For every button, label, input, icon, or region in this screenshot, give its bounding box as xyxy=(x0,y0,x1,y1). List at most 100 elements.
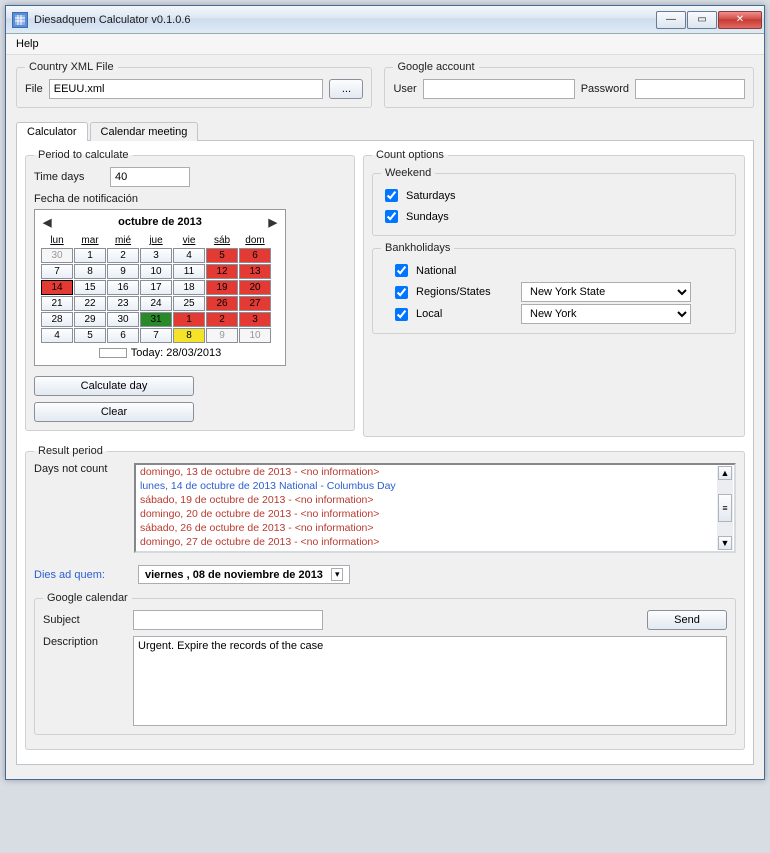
file-label: File xyxy=(25,83,43,95)
calendar-day[interactable]: 13 xyxy=(239,264,271,279)
count-options-group: Count options Weekend Saturdays Sundays … xyxy=(363,149,745,437)
calendar-day[interactable]: 10 xyxy=(140,264,172,279)
calculate-button[interactable]: Calculate day xyxy=(34,376,194,396)
calendar-day[interactable]: 21 xyxy=(41,296,73,311)
local-label: Local xyxy=(416,308,516,320)
calendar-day[interactable]: 23 xyxy=(107,296,139,311)
sundays-checkbox[interactable] xyxy=(385,210,398,223)
calendar-day[interactable]: 20 xyxy=(239,280,271,295)
calendar-day[interactable]: 4 xyxy=(173,248,205,263)
tab-calendar-meeting[interactable]: Calendar meeting xyxy=(90,122,199,141)
local-select[interactable]: New York xyxy=(521,304,691,324)
maximize-button[interactable]: ▭ xyxy=(687,11,717,29)
calendar-day[interactable]: 5 xyxy=(206,248,238,263)
calendar-day[interactable]: 1 xyxy=(173,312,205,327)
password-label: Password xyxy=(581,83,629,95)
browse-button[interactable]: ... xyxy=(329,79,363,99)
saturdays-checkbox[interactable] xyxy=(385,189,398,202)
calendar-today-box xyxy=(99,348,127,358)
regions-checkbox[interactable] xyxy=(395,286,408,299)
calendar-day-header: mar xyxy=(74,234,106,247)
calendar-day[interactable]: 8 xyxy=(173,328,205,343)
tab-calculator[interactable]: Calculator xyxy=(16,122,88,141)
google-account-group: Google account User Password xyxy=(384,61,754,108)
calendar-day[interactable]: 14 xyxy=(41,280,73,295)
time-days-input[interactable] xyxy=(110,167,190,187)
calendar-day[interactable]: 15 xyxy=(74,280,106,295)
calendar-day[interactable]: 11 xyxy=(173,264,205,279)
menu-help[interactable]: Help xyxy=(16,38,39,50)
calendar-day[interactable]: 2 xyxy=(206,312,238,327)
calendar-day[interactable]: 9 xyxy=(206,328,238,343)
calendar-day[interactable]: 4 xyxy=(41,328,73,343)
password-input[interactable] xyxy=(635,79,745,99)
calendar-day[interactable]: 30 xyxy=(107,312,139,327)
subject-input[interactable] xyxy=(133,610,323,630)
datepicker-dropdown-icon[interactable]: ▾ xyxy=(331,568,344,581)
calendar-day[interactable]: 25 xyxy=(173,296,205,311)
calendar-next-icon[interactable]: ▶ xyxy=(269,216,277,229)
calendar-day[interactable]: 3 xyxy=(140,248,172,263)
dies-ad-quem-datepicker[interactable]: viernes , 08 de noviembre de 2013 ▾ xyxy=(138,565,350,584)
calendar-day[interactable]: 12 xyxy=(206,264,238,279)
minimize-button[interactable]: — xyxy=(656,11,686,29)
calendar-day[interactable]: 7 xyxy=(140,328,172,343)
national-checkbox[interactable] xyxy=(395,264,408,277)
scroll-up-icon[interactable]: ▲ xyxy=(718,466,732,480)
menubar: Help xyxy=(6,34,764,55)
calendar-day[interactable]: 3 xyxy=(239,312,271,327)
subject-label: Subject xyxy=(43,614,123,626)
calendar-day[interactable]: 16 xyxy=(107,280,139,295)
result-line: domingo, 20 de octubre de 2013 - <no inf… xyxy=(140,507,730,521)
local-checkbox[interactable] xyxy=(395,308,408,321)
calendar-day[interactable]: 30 xyxy=(41,248,73,263)
days-not-count-label: Days not count xyxy=(34,463,124,475)
calendar-day[interactable]: 19 xyxy=(206,280,238,295)
calendar-day-header: jue xyxy=(140,234,172,247)
calendar-day[interactable]: 6 xyxy=(107,328,139,343)
calendar-day-header: lun xyxy=(41,234,73,247)
notification-date-label: Fecha de notificación xyxy=(34,193,346,205)
calendar-title: octubre de 2013 xyxy=(118,216,202,228)
regions-label: Regions/States xyxy=(416,286,516,298)
scroll-thumb[interactable]: ≡ xyxy=(718,494,732,522)
days-not-count-list[interactable]: domingo, 13 de octubre de 2013 - <no inf… xyxy=(134,463,736,553)
calendar-day[interactable]: 1 xyxy=(74,248,106,263)
calendar-prev-icon[interactable]: ◀ xyxy=(43,216,51,229)
google-calendar-legend: Google calendar xyxy=(43,592,132,604)
calendar-day[interactable]: 27 xyxy=(239,296,271,311)
calendar-day[interactable]: 18 xyxy=(173,280,205,295)
app-window: Diesadquem Calculator v0.1.0.6 — ▭ ✕ Hel… xyxy=(5,5,765,780)
calendar-day[interactable]: 31 xyxy=(140,312,172,327)
calendar-day[interactable]: 26 xyxy=(206,296,238,311)
google-account-legend: Google account xyxy=(393,61,478,73)
scrollbar[interactable]: ▲ ≡ ▼ xyxy=(717,466,733,550)
regions-select[interactable]: New York State xyxy=(521,282,691,302)
period-group: Period to calculate Time days Fecha de n… xyxy=(25,149,355,431)
calendar-day[interactable]: 9 xyxy=(107,264,139,279)
user-input[interactable] xyxy=(423,79,575,99)
calendar-day[interactable]: 2 xyxy=(107,248,139,263)
period-legend: Period to calculate xyxy=(34,149,133,161)
calendar-day[interactable]: 5 xyxy=(74,328,106,343)
scroll-down-icon[interactable]: ▼ xyxy=(718,536,732,550)
calendar-day[interactable]: 24 xyxy=(140,296,172,311)
result-period-legend: Result period xyxy=(34,445,107,457)
weekend-group: Weekend Saturdays Sundays xyxy=(372,167,736,236)
calendar-day[interactable]: 6 xyxy=(239,248,271,263)
description-textarea[interactable]: Urgent. Expire the records of the case xyxy=(133,636,727,726)
close-button[interactable]: ✕ xyxy=(718,11,762,29)
result-line: lunes, 14 de octubre de 2013 National - … xyxy=(140,479,730,493)
calendar-day[interactable]: 22 xyxy=(74,296,106,311)
clear-button[interactable]: Clear xyxy=(34,402,194,422)
calendar-day[interactable]: 8 xyxy=(74,264,106,279)
calendar-day[interactable]: 7 xyxy=(41,264,73,279)
sundays-label: Sundays xyxy=(406,211,449,223)
calendar-day[interactable]: 10 xyxy=(239,328,271,343)
calendar-day[interactable]: 17 xyxy=(140,280,172,295)
file-input[interactable] xyxy=(49,79,324,99)
send-button[interactable]: Send xyxy=(647,610,727,630)
calendar-day[interactable]: 28 xyxy=(41,312,73,327)
calendar-day[interactable]: 29 xyxy=(74,312,106,327)
result-line: domingo, 13 de octubre de 2013 - <no inf… xyxy=(140,465,730,479)
